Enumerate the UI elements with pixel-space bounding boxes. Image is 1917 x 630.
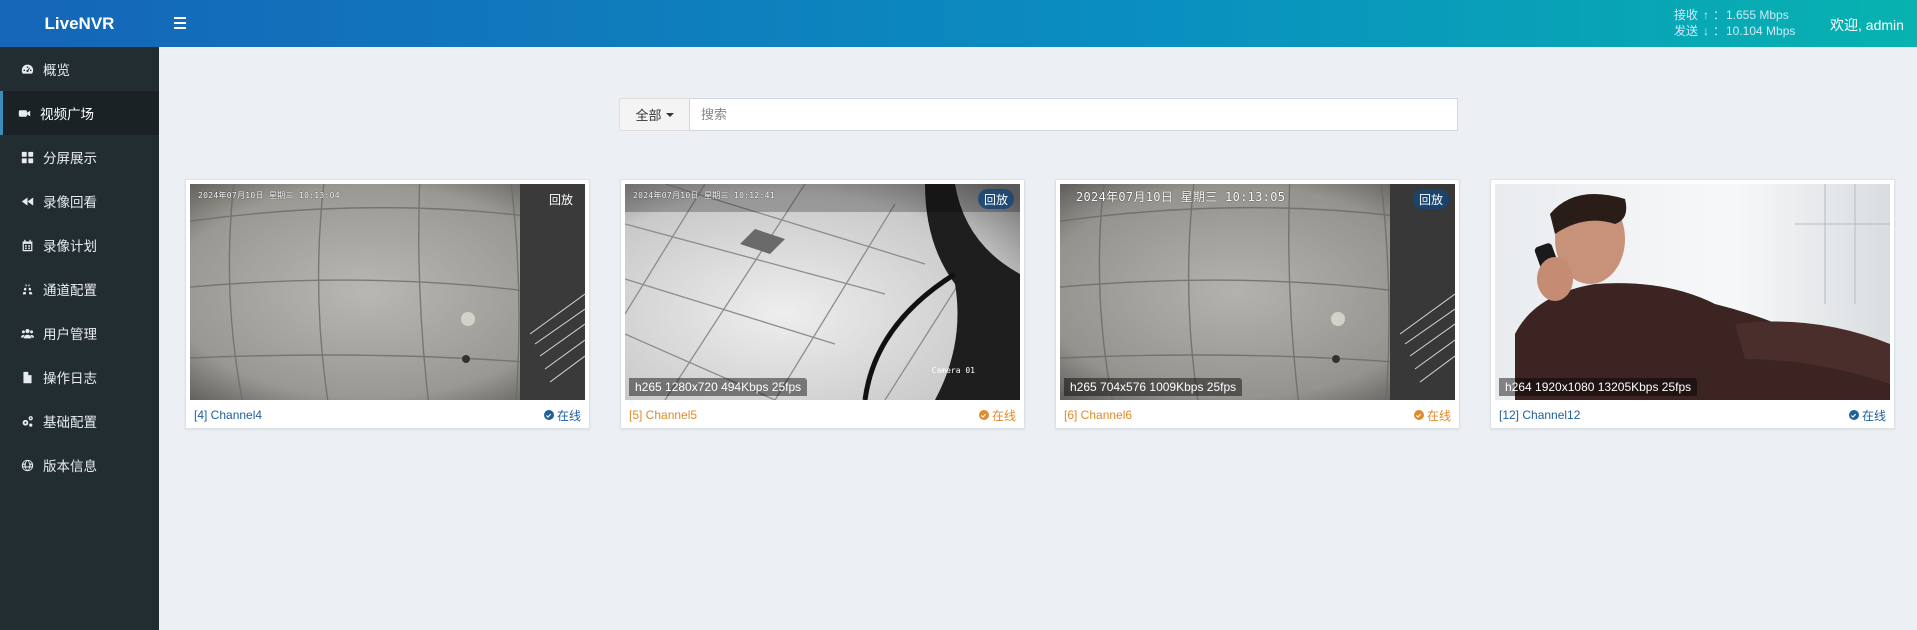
sidebar-item-label: 概览 [43,63,70,78]
search-bar: 全部 [619,98,1458,131]
stream-info: h264 1920x1080 13205Kbps 25fps [1499,378,1698,396]
send-value: 10.104 Mbps [1726,24,1796,38]
video-thumbnail[interactable]: 2024年07月10日 星期三 10:13:04 回放 [190,184,585,400]
sidebar-item-overview[interactable]: 概览 [0,47,159,91]
card-footer: [6] Channel6 在线 [1060,402,1455,428]
user-welcome[interactable]: 欢迎, admin [1830,15,1904,35]
app-logo[interactable]: LiveNVR [0,0,159,47]
sidebar: 概览 视频广场 分屏展示 录像回看 录像计划 通道配置 用户管理 操作日志 基础… [0,47,159,630]
dashboard-icon [20,62,34,76]
cogs-icon [20,414,34,428]
channel-name[interactable]: [12] Channel12 [1499,408,1580,422]
status-badge: 在线 [978,407,1016,424]
playback-button[interactable]: 回放 [1412,189,1449,209]
video-thumbnail[interactable]: h264 1920x1080 13205Kbps 25fps [1495,184,1890,400]
camera-label-overlay: Camera 01 [931,366,975,375]
status-badge: 在线 [1848,407,1886,424]
channel-card: 2024年07月10日 星期三 10:13:05 回放 h265 704x576… [1055,179,1460,429]
send-colon: ： [1712,24,1725,38]
sidebar-item-label: 通道配置 [43,283,97,298]
road-icon [20,282,34,296]
status-text: 在线 [1426,408,1451,423]
sidebar-item-label: 分屏展示 [43,151,97,166]
card-footer: [5] Channel5 在线 [625,402,1020,428]
sidebar-item-label: 录像计划 [43,239,97,254]
stream-info: h265 704x576 1009Kbps 25fps [1064,378,1243,396]
channel-card: 2024年07月10日 星期三 10:13:04 回放 [4] Channel4… [185,179,590,429]
filter-label: 全部 [635,108,662,123]
status-text: 在线 [991,408,1016,423]
channel-card: h264 1920x1080 13205Kbps 25fps [12] Chan… [1490,179,1895,429]
file-icon [20,370,34,384]
card-footer: [12] Channel12 在线 [1495,402,1890,428]
send-label: 发送 [1674,24,1699,38]
sidebar-item-operation-log[interactable]: 操作日志 [0,355,159,399]
check-circle-icon [978,410,989,420]
sidebar-item-label: 基础配置 [43,415,97,430]
grid-icon [20,150,34,164]
recv-colon: ： [1712,8,1725,22]
sidebar-item-record-plan[interactable]: 录像计划 [0,223,159,267]
status-text: 在线 [1861,408,1886,423]
video-thumbnail[interactable]: 2024年07月10日 星期三 10:13:05 回放 h265 704x576… [1060,184,1455,400]
stream-info: h265 1280x720 494Kbps 25fps [629,378,808,396]
sidebar-item-label: 版本信息 [43,459,97,474]
caret-down-icon [665,112,674,117]
top-header: LiveNVR 接收 ↑ ： 1.655 Mbps 发送 ↓ ： 10.104 … [0,0,1917,47]
playback-button[interactable]: 回放 [977,189,1014,209]
man-on-phone-image [1495,184,1890,400]
video-thumbnail[interactable]: 2024年07月10日 星期三 10:12:41 回放 Camera 01 h2… [625,184,1020,400]
channel-name[interactable]: [5] Channel5 [629,408,697,422]
sidebar-item-video-square[interactable]: 视频广场 [0,91,159,135]
recv-value: 1.655 Mbps [1726,8,1789,22]
sidebar-item-user-management[interactable]: 用户管理 [0,311,159,355]
sidebar-item-label: 用户管理 [43,327,97,342]
status-text: 在线 [556,408,581,423]
search-input[interactable] [689,98,1458,131]
filter-dropdown-button[interactable]: 全部 [619,98,689,131]
arrow-down-icon: ↓ [1703,24,1709,38]
sidebar-item-label: 录像回看 [43,195,97,210]
fisheye-ceiling-image [190,184,585,400]
network-stats: 接收 ↑ ： 1.655 Mbps 发送 ↓ ： 10.104 Mbps [1674,7,1795,39]
check-circle-icon [1413,410,1424,420]
card-footer: [4] Channel4 在线 [190,402,585,428]
channel-card: 2024年07月10日 星期三 10:12:41 回放 Camera 01 h2… [620,179,1025,429]
menu-toggle-icon[interactable] [172,12,194,34]
send-rate: 发送 ↓ ： 10.104 Mbps [1674,23,1795,39]
timestamp-overlay: 2024年07月10日 星期三 10:13:04 [198,191,340,200]
sidebar-item-label: 操作日志 [43,371,97,386]
recv-label: 接收 [1674,8,1699,22]
fisheye-ceiling-image [1060,184,1455,400]
timestamp-overlay: 2024年07月10日 星期三 10:12:41 [633,191,775,200]
sidebar-item-split-screen[interactable]: 分屏展示 [0,135,159,179]
video-camera-icon [17,106,31,120]
recv-rate: 接收 ↑ ： 1.655 Mbps [1674,7,1795,23]
timestamp-overlay: 2024年07月10日 星期三 10:13:05 [1076,190,1286,204]
users-icon [20,326,34,340]
globe-icon [20,458,34,472]
status-badge: 在线 [543,407,581,424]
sidebar-item-playback[interactable]: 录像回看 [0,179,159,223]
arrow-up-icon: ↑ [1703,8,1709,22]
playback-button[interactable]: 回放 [543,189,579,209]
channel-name[interactable]: [6] Channel6 [1064,408,1132,422]
channel-name[interactable]: [4] Channel4 [194,408,262,422]
sidebar-item-channel-config[interactable]: 通道配置 [0,267,159,311]
sidebar-item-version-info[interactable]: 版本信息 [0,443,159,487]
check-circle-icon [1848,410,1859,420]
status-badge: 在线 [1413,407,1451,424]
sidebar-item-basic-config[interactable]: 基础配置 [0,399,159,443]
calendar-icon [20,238,34,252]
sidebar-item-label: 视频广场 [40,107,94,122]
backward-icon [20,194,34,208]
check-circle-icon [543,410,554,420]
